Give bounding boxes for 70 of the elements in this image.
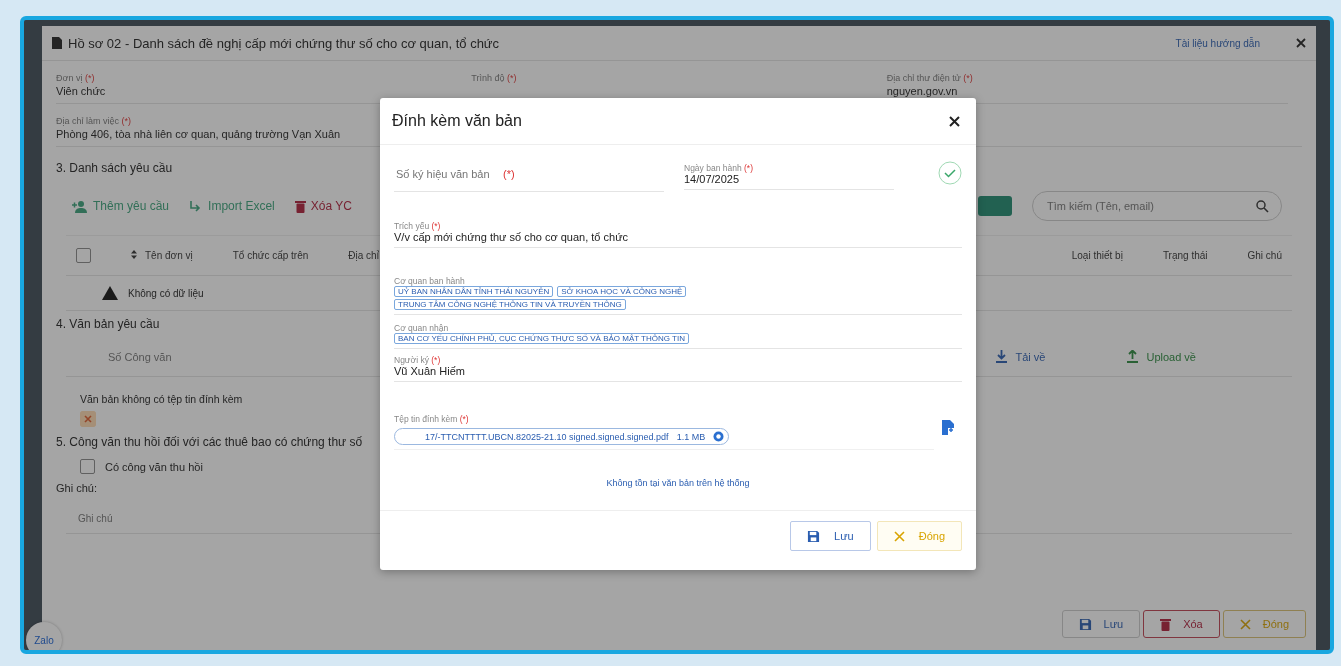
note-label: Ghi chú: xyxy=(55,481,98,496)
save-button[interactable]: Lưu xyxy=(790,521,871,551)
field-label: Địa chỉ thư điện tử (*) xyxy=(886,73,973,83)
column-header: Trạng thái xyxy=(1162,250,1208,261)
close-icon[interactable] xyxy=(1296,38,1306,48)
chat-bubble[interactable]: Zalo xyxy=(26,622,62,650)
checkbox[interactable] xyxy=(80,459,95,474)
section-heading: 4. Văn bản yêu cầu xyxy=(55,316,161,333)
sort-icon[interactable] xyxy=(131,250,137,259)
help-link[interactable]: Tài liệu hướng dẫn xyxy=(1175,37,1260,49)
close-icon xyxy=(80,411,96,427)
column-header: Địa chỉ xyxy=(348,250,379,261)
download-button[interactable]: Tải về xyxy=(990,349,1052,364)
field-label: Đơn vị (*) xyxy=(56,73,95,83)
save-icon xyxy=(1078,617,1092,631)
no-file-message: Văn bản không có tệp tin đính kèm xyxy=(79,392,244,407)
user-add-icon xyxy=(72,199,88,213)
document-number-field[interactable]: Số ký hiệu văn bản xyxy=(394,167,503,180)
field-value: Phòng 406, tòa nhà liên cơ quan, quảng trường Vạn Xuân xyxy=(56,128,341,140)
column-header: Ghi chú xyxy=(1247,250,1282,261)
dialog-title: Đính kèm văn bản xyxy=(392,112,522,130)
field-label: Trích yếu (*) xyxy=(394,221,442,231)
tag: BAN CƠ YẾU CHÍNH PHỦ, CỤC CHỨNG THỰC SỐ VÀ BẢO MẬT THÔNG TIN xyxy=(394,333,689,344)
field-value: V/v cấp mới chứng thư số cho cơ quan, tổ chức xyxy=(394,231,629,243)
toolbar-button[interactable]: Xóa YC xyxy=(294,195,352,217)
upload-button[interactable]: Upload về xyxy=(1121,349,1202,364)
date-field[interactable]: 14/07/2025 xyxy=(684,172,894,185)
field-label: Ngày ban hành (*) xyxy=(684,162,754,173)
checkbox[interactable] xyxy=(76,248,91,263)
warning-icon xyxy=(102,286,118,300)
field-label: Địa chỉ làm việc (*) xyxy=(56,116,132,126)
close-icon[interactable] xyxy=(949,115,960,127)
download-icon xyxy=(996,350,1008,363)
trash-icon xyxy=(1160,617,1172,631)
check-icon[interactable] xyxy=(938,161,962,185)
tag: TRUNG TÂM CÔNG NGHỆ THÔNG TIN VÀ TRUYỀN THÔNG xyxy=(394,299,626,310)
file-icon[interactable] xyxy=(942,420,954,435)
trash-icon xyxy=(294,199,306,213)
close-button[interactable]: Đóng xyxy=(876,521,962,551)
empty-message: Không có dữ liệu xyxy=(128,287,204,299)
field-label: Người ký (*) xyxy=(394,355,442,365)
column-header: Tên đơn vị xyxy=(131,250,193,261)
required-mark: (*) xyxy=(503,167,515,180)
field-value: nguyen.gov.vn xyxy=(886,85,958,97)
footer-button[interactable]: Lưu xyxy=(1061,610,1141,638)
field-label: Trình độ (*) xyxy=(471,73,517,83)
field-value: Viên chức xyxy=(56,85,106,97)
column-header: Tổ chức cấp trên xyxy=(232,250,309,261)
status-message: Không tồn tại văn bản trên hệ thống xyxy=(605,477,751,490)
footer-button[interactable]: Xóa xyxy=(1143,610,1220,638)
field-label: Cơ quan ban hành xyxy=(394,276,466,286)
document-icon xyxy=(52,37,62,49)
section-heading: 5. Công văn thu hồi đối với các thuê bao có chứng thư số xyxy=(55,434,364,451)
window-title: Hồ sơ 02 - Danh sách đề nghị cấp mới chứng thư số cho cơ quan, tổ chức xyxy=(68,35,500,51)
checkbox-label: Có công văn thu hồi xyxy=(105,460,203,473)
field-value: Vũ Xuân Hiếm xyxy=(394,365,466,377)
toolbar-button[interactable]: Thêm yêu cầu xyxy=(72,195,170,217)
tag: SỞ KHOA HỌC VÀ CÔNG NGHỆ xyxy=(557,286,687,297)
column-header: Loại thiết bị xyxy=(1071,250,1123,261)
close-icon xyxy=(893,530,905,542)
field-label: Tệp tin đính kèm (*) xyxy=(394,414,470,424)
save-icon xyxy=(807,529,821,543)
search-input[interactable]: Tìm kiếm (Tên, email) xyxy=(1045,199,1256,213)
toolbar-button[interactable]: Import Excel xyxy=(189,195,275,217)
tag: UỶ BAN NHÂN DÂN TỈNH THÁI NGUYÊN xyxy=(394,286,554,297)
search-icon[interactable] xyxy=(1256,199,1269,213)
section-heading: 3. Danh sách yêu cầu xyxy=(55,160,174,177)
field-label: Cơ quan nhận xyxy=(394,323,450,333)
upload-icon xyxy=(1127,350,1139,363)
close-icon xyxy=(1239,618,1251,630)
